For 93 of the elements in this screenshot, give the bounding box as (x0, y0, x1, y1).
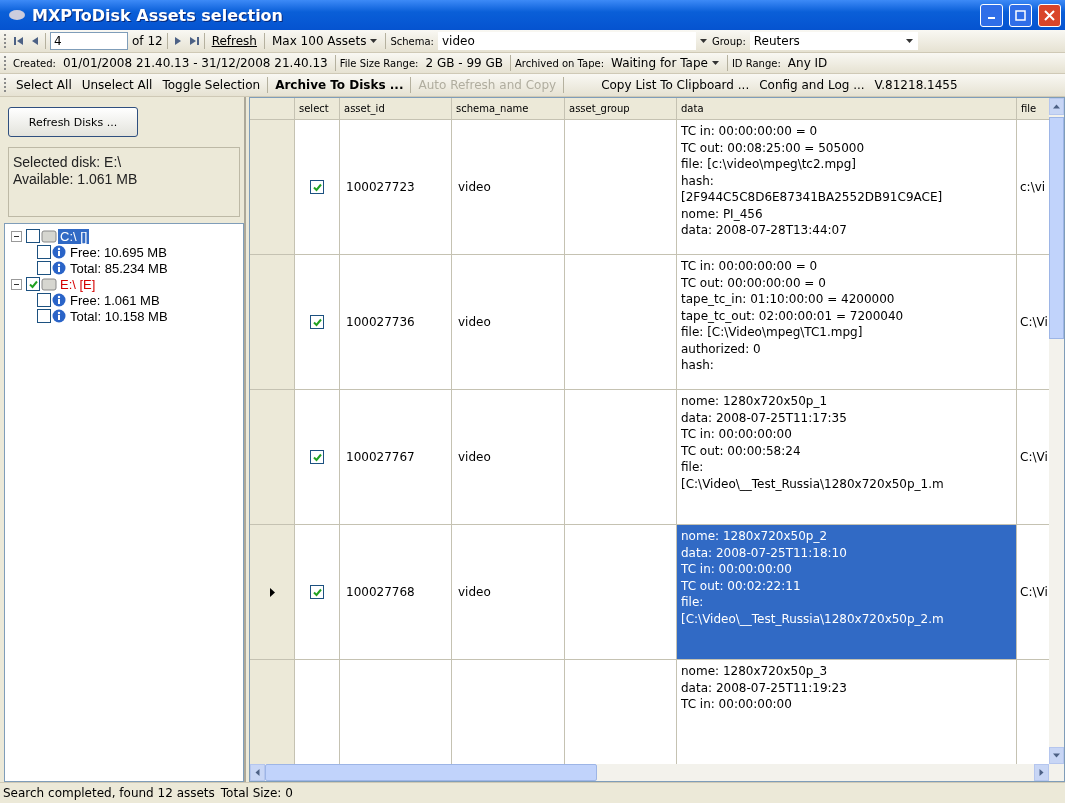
collapse-toggle[interactable] (11, 278, 22, 290)
drive-node[interactable]: E:\ [E] (58, 276, 98, 292)
schema-label: Schema: (390, 35, 434, 47)
tree-item[interactable]: Free: 1.061 MB (70, 292, 160, 308)
table-cell: 100027768 (340, 525, 452, 660)
window-title: MXPToDisk Assets selection (32, 5, 284, 25)
group-label: Group: (711, 35, 746, 47)
close-button[interactable] (1038, 3, 1061, 27)
minus-icon (14, 283, 19, 285)
page-count: of 12 (132, 34, 163, 48)
toolbar-button[interactable]: Archive To Disks ... (272, 76, 407, 94)
scroll-up-icon[interactable] (1053, 103, 1060, 110)
refresh-button[interactable]: Refresh (208, 32, 260, 50)
column-header[interactable]: file (1017, 98, 1049, 120)
table-cell: 100027767 (340, 390, 452, 525)
collapse-toggle[interactable] (11, 230, 22, 242)
caret-icon[interactable] (711, 60, 720, 66)
last-page-icon[interactable] (187, 36, 200, 46)
horizontal-scrollbar[interactable] (250, 764, 1064, 781)
column-header[interactable]: asset_group (565, 98, 677, 120)
checkbox[interactable] (37, 245, 51, 259)
app-icon (8, 9, 26, 21)
checkbox[interactable] (310, 450, 324, 464)
caret-icon[interactable] (699, 38, 708, 44)
info-icon (52, 245, 66, 259)
filter-label: Archived on Tape: (515, 57, 605, 69)
scroll-down-icon[interactable] (1053, 752, 1060, 759)
info-icon (52, 293, 66, 307)
tree-item[interactable]: Total: 10.158 MB (70, 308, 168, 324)
toolbar-button[interactable]: Unselect All (78, 76, 156, 94)
data-cell: TC in: 00:00:00:00 = 0 TC out: 00:00:00:00 = 0 tape_tc_in: 01:10:00:00 = 4200000 tape_tc_out: 02:00:00:01 = 7200040 file: [C:\Video\mpeg\TC1.mpg] authorized: 0 hash: (677, 255, 1017, 390)
checkbox[interactable] (26, 277, 40, 291)
minus-icon (14, 235, 19, 237)
max-assets-dropdown[interactable]: Max 100 Assets (269, 32, 382, 50)
filter-value: Any ID (786, 55, 829, 72)
column-header[interactable]: select (295, 98, 340, 120)
checkbox[interactable] (37, 309, 51, 323)
vertical-scrollbar[interactable] (1049, 98, 1064, 764)
checkbox[interactable] (37, 261, 51, 275)
toolbar-button[interactable]: Config and Log ... (756, 76, 868, 94)
drive-icon (41, 277, 57, 291)
table-cell: 100027723 (340, 120, 452, 255)
drive-icon (41, 229, 57, 243)
table-cell: video (452, 255, 565, 390)
toolbar-button[interactable]: V.81218.1455 (871, 76, 961, 94)
info-icon (52, 261, 66, 275)
column-header[interactable]: data (677, 98, 1017, 120)
table-cell: 100027736 (340, 255, 452, 390)
caret-icon[interactable] (370, 38, 379, 44)
table-cell: video (452, 390, 565, 525)
toolbar-button[interactable]: Copy List To Clipboard ... (598, 76, 753, 94)
refresh-disks-button[interactable]: Refresh Disks ... (8, 107, 138, 137)
status-text: Search completed, found 12 assets (3, 786, 215, 800)
checkbox[interactable] (310, 585, 324, 599)
disk-info-text: Available: 1.061 MB (13, 171, 139, 188)
checkbox[interactable] (26, 229, 40, 243)
table-cell: video (452, 525, 565, 660)
filter-dropdown[interactable]: Waiting for Tape (608, 54, 723, 72)
tree-item[interactable]: Total: 85.234 MB (70, 260, 168, 276)
page-field[interactable]: 4 (50, 32, 128, 50)
checkbox[interactable] (310, 180, 324, 194)
data-cell: nome: 1280x720x50p_2 data: 2008-07-25T11:18:10 TC in: 00:00:00:00 TC out: 00:02:22:11 file: [C:\Video\__Test_Russia\1280x720x50p_2.m (677, 525, 1017, 660)
filter-label: Created: (13, 57, 56, 69)
scroll-right-icon[interactable] (1038, 769, 1045, 776)
toolbar-button[interactable]: Toggle Selection (159, 76, 264, 94)
column-header[interactable]: asset_id (340, 98, 452, 120)
status-text: Total Size: 0 (220, 786, 293, 800)
maximize-button[interactable] (1009, 3, 1032, 27)
toolbar-button[interactable]: Select All (13, 76, 75, 94)
filter-value: 2 GB - 99 GB (424, 55, 504, 72)
caret-icon[interactable] (905, 38, 914, 44)
data-cell: nome: 1280x720x50p_1 data: 2008-07-25T11:17:35 TC in: 00:00:00:00 TC out: 00:00:58:24 file: [C:\Video\__Test_Russia\1280x720x50p_1.m (677, 390, 1017, 525)
maximize-icon (1015, 9, 1026, 21)
schema-dropdown[interactable]: video (437, 32, 696, 50)
close-icon (1044, 9, 1055, 21)
minimize-button[interactable] (980, 3, 1003, 27)
data-cell: nome: 1280x720x50p_3 data: 2008-07-25T11:19:23 TC in: 00:00:00:00 (677, 660, 1017, 764)
minimize-icon (988, 17, 995, 19)
info-icon (52, 309, 66, 323)
data-cell: TC in: 00:00:00:00 = 0 TC out: 00:08:25:00 = 505000 file: [c:\video\mpeg\tc2.mpg] hash: [2F944C5C8D6E87341BA2552DB91C9ACE] nome: PI_456 data: 2008-07-28T13:44:07 (677, 120, 1017, 255)
first-page-icon[interactable] (13, 36, 25, 46)
group-dropdown[interactable]: Reuters (749, 32, 918, 50)
filter-label: File Size Range: (339, 57, 419, 69)
tree-item[interactable]: Free: 10.695 MB (70, 244, 167, 260)
filter-value: 01/01/2008 21.40.13 - 31/12/2008 21.40.13 (61, 55, 329, 72)
disk-info-text: Selected disk: E:\ (13, 154, 123, 171)
filter-label: ID Range: (731, 57, 781, 69)
checkbox[interactable] (37, 293, 51, 307)
drive-node[interactable]: C:\ [] (58, 228, 90, 244)
column-header[interactable]: schema_name (452, 98, 565, 120)
table-cell: video (452, 120, 565, 255)
checkbox[interactable] (310, 315, 324, 329)
scroll-left-icon[interactable] (254, 769, 261, 776)
